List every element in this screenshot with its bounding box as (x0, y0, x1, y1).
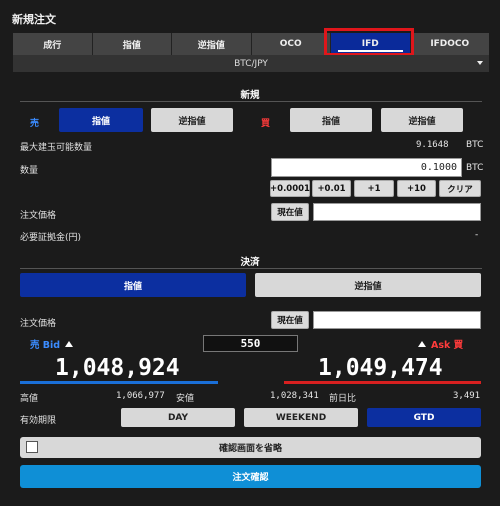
settle-current-price-button[interactable]: 現在値 (271, 311, 309, 329)
high-label: 高値 (20, 394, 39, 404)
up-arrow-icon (65, 341, 74, 347)
order-type-tabs: 成行 指値 逆指値 OCO IFD IFDOCO (13, 33, 489, 55)
qty-add-0001-button[interactable]: +0.0001 (270, 180, 310, 197)
new-section-heading: 新規 (240, 90, 260, 101)
confirm-order-button[interactable]: 注文確認 (20, 465, 481, 488)
tab-oco[interactable]: OCO (251, 33, 331, 55)
divider (20, 268, 482, 269)
new-sell-stop-button[interactable]: 逆指値 (151, 108, 233, 132)
new-buy-limit-button[interactable]: 指値 (290, 108, 372, 132)
low-label: 安値 (176, 394, 195, 404)
ask-price[interactable]: 1,049,474 (318, 355, 443, 381)
qty-unit: BTC (466, 163, 484, 173)
tab-limit[interactable]: 指値 (92, 33, 172, 55)
pair-select[interactable]: BTC/JPY (13, 55, 489, 72)
expiry-label: 有効期限 (20, 416, 57, 426)
caret-down-icon (477, 61, 483, 65)
settle-stop-button[interactable]: 逆指値 (255, 273, 481, 297)
up-arrow-icon (418, 341, 426, 347)
buy-label: 買 (261, 119, 271, 129)
new-sell-limit-button[interactable]: 指値 (59, 108, 143, 132)
spread-value: 550 (203, 335, 298, 352)
tab-ifdoco[interactable]: IFDOCO (410, 33, 489, 55)
expiry-weekend-button[interactable]: WEEKEND (244, 408, 358, 427)
new-current-price-button[interactable]: 現在値 (271, 203, 309, 221)
change-value: 3,491 (453, 391, 481, 401)
order-price-label: 注文価格 (20, 211, 57, 221)
new-buy-stop-button[interactable]: 逆指値 (381, 108, 463, 132)
qty-add-001-button[interactable]: +0.01 (312, 180, 351, 197)
expiry-day-button[interactable]: DAY (121, 408, 235, 427)
tab-stop[interactable]: 逆指値 (172, 33, 252, 55)
tab-ifd[interactable]: IFD (331, 33, 411, 55)
change-label: 前日比 (329, 394, 357, 404)
sell-label: 売 (30, 119, 40, 129)
skip-confirm-row[interactable]: 確認画面を省略 (20, 437, 481, 458)
settle-order-price-label: 注文価格 (20, 319, 57, 329)
pair-label: BTC/JPY (234, 58, 268, 69)
settle-order-price-input[interactable] (313, 311, 481, 329)
skip-confirm-label: 確認画面を省略 (218, 444, 282, 454)
max-qty-label: 最大建玉可能数量 (20, 143, 93, 153)
max-qty-value: 9.1648 (416, 140, 449, 150)
bid-label: 売 Bid (30, 340, 61, 351)
bid-heading: 売 Bid (30, 337, 74, 351)
qty-label: 数量 (20, 166, 39, 176)
qty-add-10-button[interactable]: +10 (397, 180, 436, 197)
low-value: 1,028,341 (270, 391, 319, 401)
settle-section-heading: 決済 (240, 257, 260, 268)
ask-heading: Ask 買 (418, 337, 463, 351)
ask-label: Ask 買 (431, 340, 464, 351)
bid-underline (20, 381, 218, 384)
page-title: 新規注文 (12, 13, 56, 26)
margin-label: 必要証拠金(円) (20, 233, 82, 243)
qty-input[interactable]: 0.1000 (271, 158, 462, 177)
tab-market[interactable]: 成行 (13, 33, 93, 55)
qty-clear-button[interactable]: クリア (439, 180, 481, 197)
ask-underline (284, 381, 481, 384)
skip-confirm-checkbox[interactable] (26, 441, 38, 453)
qty-add-1-button[interactable]: +1 (354, 180, 394, 197)
divider (20, 101, 482, 102)
margin-value: - (475, 230, 479, 240)
new-order-price-input[interactable] (313, 203, 481, 221)
bid-price[interactable]: 1,048,924 (55, 355, 180, 381)
high-value: 1,066,977 (116, 391, 165, 401)
max-qty-unit: BTC (466, 140, 484, 150)
settle-limit-button[interactable]: 指値 (20, 273, 246, 297)
expiry-gtd-button[interactable]: GTD (367, 408, 481, 427)
